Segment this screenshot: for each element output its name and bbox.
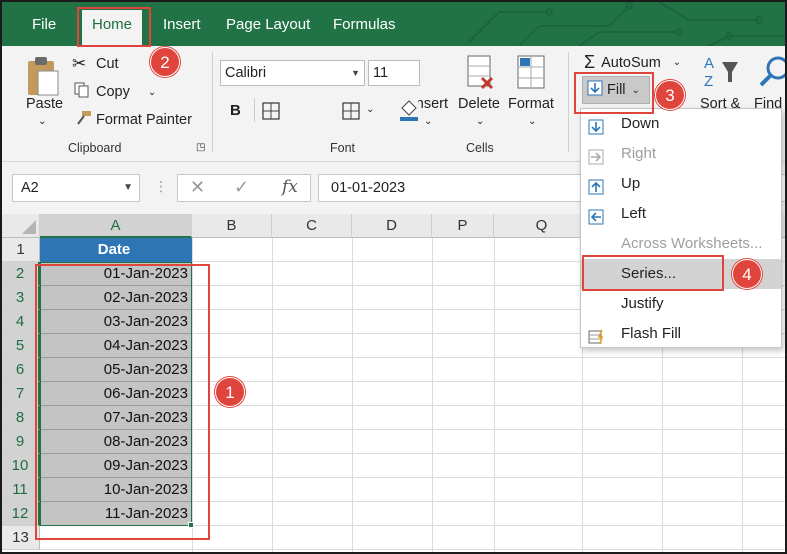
svg-text:A: A (704, 55, 714, 72)
underline-icon[interactable] (262, 102, 282, 120)
fill-right-icon (588, 146, 604, 165)
font-size-value: 11 (373, 65, 389, 81)
excel-window: File Home Insert Page Layout Formulas Pa… (0, 0, 787, 554)
select-all-corner[interactable] (2, 214, 40, 238)
copy-button: Copy (96, 84, 130, 100)
formula-value: 01-01-2023 (331, 180, 406, 196)
flash-fill-icon (588, 326, 604, 345)
annotation-box-fill (574, 72, 654, 114)
bold-button[interactable]: B (230, 102, 241, 119)
menu-item-label: Up (621, 175, 641, 192)
annotation-box-home (77, 7, 151, 47)
menu-item-label: Justify (621, 295, 664, 312)
annotation-badge-1: 1 (215, 377, 245, 407)
column-header-p[interactable]: P (432, 214, 494, 238)
formula-actions: ✕ ✓ fx (177, 174, 311, 202)
menu-item-label: Flash Fill (621, 325, 682, 342)
cut-button: Cut (96, 56, 119, 72)
tab-file[interactable]: File (32, 12, 56, 38)
fill-up-icon (588, 176, 604, 195)
format-button[interactable]: Format (508, 96, 554, 112)
circuit-pattern (468, 2, 785, 46)
column-header-q[interactable]: Q (494, 214, 590, 238)
menu-item-up[interactable]: Up (581, 169, 781, 199)
clipboard-group-label: Clipboard (68, 141, 122, 155)
menu-item-right: Right (581, 139, 781, 169)
row-header[interactable]: 1 (2, 238, 40, 262)
insert-function-icon[interactable]: fx (282, 177, 298, 197)
fill-dropdown-menu: Down Right Up Left Across Worksheets... … (580, 108, 782, 348)
tab-formulas[interactable]: Formulas (333, 12, 396, 38)
delete-icon[interactable] (464, 52, 496, 92)
format-cells-icon[interactable] (514, 52, 548, 92)
ribbon-separator (568, 52, 569, 152)
annotation-badge-2: 2 (150, 47, 180, 77)
autosum-chevron-icon: ⌄ (672, 57, 682, 68)
format-chevron-icon[interactable]: ⌄ (528, 116, 536, 127)
svg-text:Z: Z (704, 73, 713, 90)
gridline (40, 549, 785, 550)
borders-chevron-icon[interactable]: ⌄ (366, 104, 374, 115)
menu-item-justify[interactable]: Justify (581, 289, 781, 319)
magnifier-icon[interactable] (758, 52, 785, 92)
column-header-c[interactable]: C (272, 214, 352, 238)
cells-group-label: Cells (466, 141, 494, 155)
tab-insert[interactable]: Insert (163, 12, 201, 38)
delete-chevron-icon[interactable]: ⌄ (476, 116, 484, 127)
menu-item-left[interactable]: Left (581, 199, 781, 229)
annotation-badge-3: 3 (655, 80, 685, 110)
delete-button[interactable]: Delete (458, 96, 500, 112)
autosum-button: AutoSum (601, 54, 661, 71)
paste-chevron-icon[interactable]: ⌄ (38, 116, 46, 127)
menu-item-label: Right (621, 145, 657, 162)
menu-item-label: Left (621, 205, 647, 222)
copy-icon (74, 82, 96, 102)
paintbrush-icon (74, 110, 96, 130)
insert-label: Insert (418, 96, 448, 112)
fill-down-icon (588, 116, 604, 135)
scissors-icon: ✂ (72, 54, 87, 73)
column-header-a[interactable]: A (40, 214, 192, 238)
drag-handle-icon[interactable]: ⋮ (154, 178, 168, 195)
name-box[interactable]: A2 ▼ (12, 174, 140, 202)
paste-icon[interactable] (24, 54, 62, 100)
menu-item-flash-fill[interactable]: Flash Fill (581, 319, 781, 349)
font-separator (254, 98, 255, 122)
annotation-box-series (582, 255, 724, 291)
chevron-down-icon: ▼ (123, 182, 133, 193)
borders-icon[interactable] (342, 102, 362, 120)
insert-button[interactable]: Insert (418, 96, 448, 112)
format-painter-row[interactable]: Format Painter (74, 110, 192, 130)
annotation-box-dates (35, 264, 210, 540)
paste-button[interactable]: Paste (26, 96, 63, 112)
fill-left-icon (588, 206, 604, 225)
column-header-d[interactable]: D (352, 214, 432, 238)
sort-filter-icon[interactable]: AZ (702, 52, 742, 92)
cut-row[interactable]: ✂ Cut (72, 54, 119, 74)
font-name-value: Calibri (225, 65, 267, 81)
column-header-b[interactable]: B (192, 214, 272, 238)
font-group-label: Font (330, 141, 356, 155)
copy-chevron-icon: ⌄ (147, 86, 157, 98)
chevron-down-icon: ▼ (351, 68, 360, 78)
insert-chevron-icon[interactable]: ⌄ (424, 116, 432, 127)
font-name-select[interactable]: Calibri ▼ (220, 60, 365, 86)
tab-page-layout[interactable]: Page Layout (226, 12, 310, 38)
enter-check-icon[interactable]: ✓ (234, 177, 249, 198)
ribbon-separator (212, 52, 213, 152)
autosum-row[interactable]: Σ AutoSum ⌄ (584, 52, 681, 73)
cancel-icon[interactable]: ✕ (190, 177, 205, 198)
font-size-select[interactable]: 11 (368, 60, 420, 86)
annotation-badge-4: 4 (732, 259, 762, 289)
header-cell-date[interactable]: Date (40, 238, 192, 262)
format-painter-button: Format Painter (96, 112, 192, 128)
name-box-value: A2 (21, 180, 39, 196)
copy-row[interactable]: Copy ⌄ (74, 82, 156, 102)
fill-color-icon[interactable] (398, 98, 420, 122)
clipboard-launcher-icon[interactable]: ◳ (196, 142, 205, 153)
sigma-icon: Σ (584, 52, 596, 72)
